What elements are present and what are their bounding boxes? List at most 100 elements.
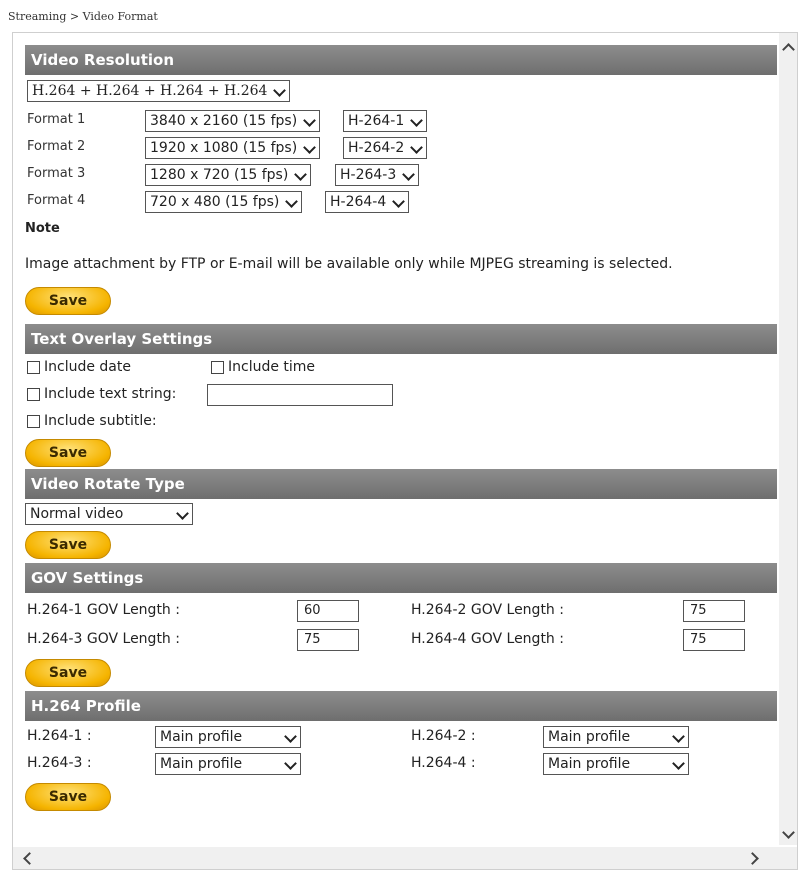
section-header-video-rotate: Video Rotate Type (25, 469, 777, 499)
include-subtitle-option[interactable]: Include subtitle: (27, 408, 157, 435)
note-text: Image attachment by FTP or E-mail will b… (25, 256, 673, 272)
gov-length-input-1[interactable]: 60 (297, 600, 359, 622)
section-header-video-resolution: Video Resolution (25, 45, 777, 75)
include-subtitle-label: Include subtitle: (44, 413, 157, 429)
gov-row-1: H.264-1 GOV Length : 60 H.264-2 GOV Leng… (25, 597, 777, 626)
profile-row-1: H.264-1 : Main profile H.264-2 : Main pr… (25, 723, 777, 750)
scroll-down-arrow-icon[interactable] (782, 826, 795, 839)
format-3-codec-select[interactable]: H-264-3 (335, 164, 420, 186)
select-value: H-264-1 (348, 113, 405, 129)
format-label: Format 1 (27, 112, 86, 127)
chevron-down-icon (672, 757, 685, 770)
overlay-row-1: Include date Include time (25, 354, 777, 381)
include-time-option[interactable]: Include time (211, 354, 315, 381)
include-date-checkbox[interactable] (27, 360, 40, 374)
select-value: Normal video (30, 506, 124, 522)
chevron-down-icon (672, 730, 685, 743)
overlay-row-2: Include text string: (25, 381, 777, 408)
format-1-codec-select[interactable]: H-264-1 (343, 110, 428, 132)
format-row-4: Format 4 720 x 480 (15 fps) H-264-4 (25, 188, 777, 215)
profile-select-1[interactable]: Main profile (155, 726, 301, 748)
format-row-3: Format 3 1280 x 720 (15 fps) H-264-3 (25, 161, 777, 188)
chevron-down-icon (303, 141, 317, 154)
gov-label-3: H.264-3 GOV Length : (27, 631, 180, 647)
select-value: 1280 x 720 (15 fps) (150, 167, 289, 183)
format-label: Format 4 (27, 193, 86, 208)
select-value: Main profile (548, 729, 631, 745)
select-value: 3840 x 2160 (15 fps) (150, 113, 298, 129)
chevron-down-icon (284, 757, 297, 770)
format-4-codec-select[interactable]: H-264-4 (325, 191, 410, 213)
profile-label-1: H.264-1 : (27, 728, 92, 744)
select-value: Main profile (160, 729, 243, 745)
select-value: Main profile (548, 756, 631, 772)
horizontal-scrollbar[interactable] (13, 847, 797, 869)
select-value: H-264-3 (340, 167, 397, 183)
scroll-right-arrow-icon[interactable] (746, 852, 759, 865)
select-value: Main profile (160, 756, 243, 772)
chevron-down-icon (176, 507, 189, 520)
chevron-down-icon (303, 114, 317, 127)
settings-panel: Video Resolution H.264 + H.264 + H.264 +… (12, 32, 798, 870)
format-2-resolution-select[interactable]: 1920 x 1080 (15 fps) (145, 137, 321, 159)
format-1-resolution-select[interactable]: 3840 x 2160 (15 fps) (145, 110, 321, 132)
include-time-checkbox[interactable] (211, 360, 224, 374)
chevron-down-icon (410, 141, 424, 154)
gov-label-1: H.264-1 GOV Length : (27, 602, 180, 618)
scroll-up-arrow-icon[interactable] (782, 43, 795, 56)
stream-combo-value: H.264 + H.264 + H.264 + H.264 (32, 83, 268, 99)
profile-label-4: H.264-4 : (411, 755, 476, 771)
chevron-down-icon (273, 84, 287, 97)
breadcrumb: Streaming > Video Format (8, 10, 158, 23)
gov-length-input-3[interactable]: 75 (297, 629, 359, 651)
profile-select-4[interactable]: Main profile (543, 753, 689, 775)
format-4-resolution-select[interactable]: 720 x 480 (15 fps) (145, 191, 303, 213)
chevron-down-icon (402, 168, 416, 181)
gov-length-input-4[interactable]: 75 (683, 629, 745, 651)
format-label: Format 3 (27, 166, 86, 181)
profile-label-3: H.264-3 : (27, 755, 92, 771)
gov-label-2: H.264-2 GOV Length : (411, 602, 564, 618)
profile-row-2: H.264-3 : Main profile H.264-4 : Main pr… (25, 750, 777, 777)
chevron-down-icon (392, 195, 406, 208)
include-time-label: Include time (228, 359, 316, 375)
chevron-down-icon (410, 114, 424, 127)
note-label: Note (25, 221, 60, 236)
scroll-left-arrow-icon[interactable] (23, 852, 36, 865)
chevron-down-icon (284, 730, 297, 743)
overlay-row-3: Include subtitle: (25, 408, 777, 435)
include-text-string-checkbox[interactable] (27, 387, 40, 401)
gov-length-input-2[interactable]: 75 (683, 600, 745, 622)
save-button-text-overlay[interactable]: Save (25, 439, 111, 467)
format-row-2: Format 2 1920 x 1080 (15 fps) H-264-2 (25, 134, 777, 161)
format-row-1: Format 1 3840 x 2160 (15 fps) H-264-1 (25, 107, 777, 134)
include-text-string-label: Include text string: (44, 386, 177, 402)
section-header-profile: H.264 Profile (25, 691, 777, 721)
save-button-video-rotate[interactable]: Save (25, 531, 111, 559)
save-button-video-resolution[interactable]: Save (25, 287, 111, 315)
chevron-down-icon (294, 168, 308, 181)
include-subtitle-checkbox[interactable] (27, 414, 40, 428)
include-text-string-option[interactable]: Include text string: (27, 381, 176, 408)
gov-label-4: H.264-4 GOV Length : (411, 631, 564, 647)
save-button-profile[interactable]: Save (25, 783, 111, 811)
format-2-codec-select[interactable]: H-264-2 (343, 137, 428, 159)
save-button-gov[interactable]: Save (25, 659, 111, 687)
profile-select-3[interactable]: Main profile (155, 753, 301, 775)
include-date-option[interactable]: Include date (27, 354, 131, 381)
profile-label-2: H.264-2 : (411, 728, 476, 744)
settings-content: Video Resolution H.264 + H.264 + H.264 +… (25, 45, 777, 813)
select-value: 1920 x 1080 (15 fps) (150, 140, 298, 156)
vertical-scrollbar[interactable] (779, 33, 797, 845)
format-3-resolution-select[interactable]: 1280 x 720 (15 fps) (145, 164, 312, 186)
profile-select-2[interactable]: Main profile (543, 726, 689, 748)
select-value: 720 x 480 (15 fps) (150, 194, 280, 210)
section-header-gov: GOV Settings (25, 563, 777, 593)
select-value: H-264-4 (330, 194, 387, 210)
text-string-input[interactable] (207, 384, 393, 406)
select-value: H-264-2 (348, 140, 405, 156)
section-header-text-overlay: Text Overlay Settings (25, 324, 777, 354)
video-rotate-select[interactable]: Normal video (25, 503, 193, 525)
chevron-down-icon (285, 195, 299, 208)
stream-combo-select[interactable]: H.264 + H.264 + H.264 + H.264 (27, 80, 291, 102)
